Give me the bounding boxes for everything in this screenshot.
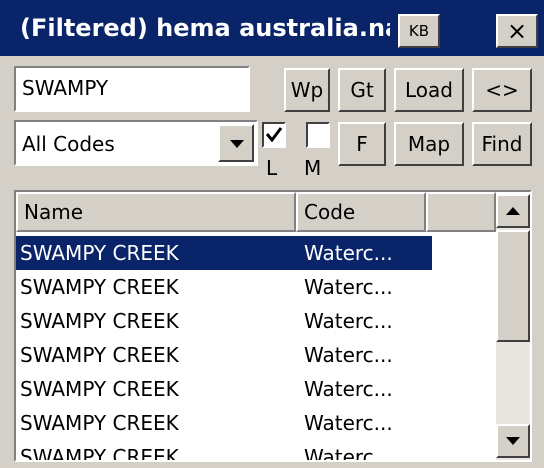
close-button[interactable]: × [496, 14, 538, 48]
row-name: SWAMPY CREEK [20, 241, 179, 265]
f-button[interactable]: F [338, 122, 386, 166]
row-name: SWAMPY CREEK [20, 275, 179, 299]
column-header-code[interactable]: Code [296, 192, 426, 232]
row-name: SWAMPY CREEK [20, 411, 179, 435]
checkbox-l-label: L [266, 156, 278, 180]
row-name: SWAMPY CREEK [20, 343, 179, 367]
load-button[interactable]: Load [394, 68, 464, 112]
vertical-scrollbar[interactable] [496, 194, 530, 460]
row-name: SWAMPY CREEK [20, 377, 179, 401]
app-window: (Filtered) hema australia.name KB × SWAM… [0, 0, 544, 468]
keyboard-button[interactable]: KB [398, 14, 440, 48]
results-list[interactable]: Name Code SWAMPY CREEK Waterc... SWAMPY … [14, 190, 532, 462]
row-code: Waterc... [304, 445, 393, 462]
row-code: Waterc... [304, 343, 393, 367]
row-name: SWAMPY CREEK [20, 309, 179, 333]
table-row[interactable]: SWAMPY CREEK Waterc... [16, 338, 432, 372]
checkbox-m[interactable] [306, 122, 330, 148]
window-title: (Filtered) hema australia.name [20, 14, 390, 42]
search-input-value: SWAMPY [22, 76, 109, 100]
scroll-down-icon[interactable] [496, 424, 530, 458]
swap-button[interactable]: <> [472, 68, 532, 112]
check-icon [265, 127, 283, 143]
scroll-up-icon[interactable] [496, 194, 530, 228]
row-code: Waterc... [304, 241, 393, 265]
row-code: Waterc... [304, 309, 393, 333]
table-row[interactable]: SWAMPY CREEK Waterc... [16, 440, 432, 462]
search-input[interactable]: SWAMPY [14, 66, 250, 112]
map-button[interactable]: Map [394, 122, 464, 166]
row-code: Waterc... [304, 275, 393, 299]
code-filter-value: All Codes [22, 132, 115, 156]
column-header-name[interactable]: Name [16, 192, 296, 232]
table-row[interactable]: SWAMPY CREEK Waterc... [16, 270, 432, 304]
checkbox-m-label: M [304, 156, 322, 180]
table-row[interactable]: SWAMPY CREEK Waterc... [16, 235, 433, 271]
table-row[interactable]: SWAMPY CREEK Waterc... [16, 304, 432, 338]
checkbox-l[interactable] [262, 122, 286, 148]
chevron-down-icon[interactable] [218, 124, 254, 162]
find-button[interactable]: Find [472, 122, 532, 166]
title-bar[interactable]: (Filtered) hema australia.name KB × [0, 0, 544, 56]
waypoint-button[interactable]: Wp [284, 68, 330, 112]
row-name: SWAMPY CREEK [20, 445, 179, 462]
table-row[interactable]: SWAMPY CREEK Waterc... [16, 372, 432, 406]
row-code: Waterc... [304, 411, 393, 435]
scroll-thumb[interactable] [496, 230, 530, 342]
code-filter-select[interactable]: All Codes [14, 120, 258, 166]
table-row[interactable]: SWAMPY CREEK Waterc... [16, 406, 432, 440]
goto-button[interactable]: Gt [338, 68, 386, 112]
column-header-empty [426, 192, 496, 232]
row-code: Waterc... [304, 377, 393, 401]
